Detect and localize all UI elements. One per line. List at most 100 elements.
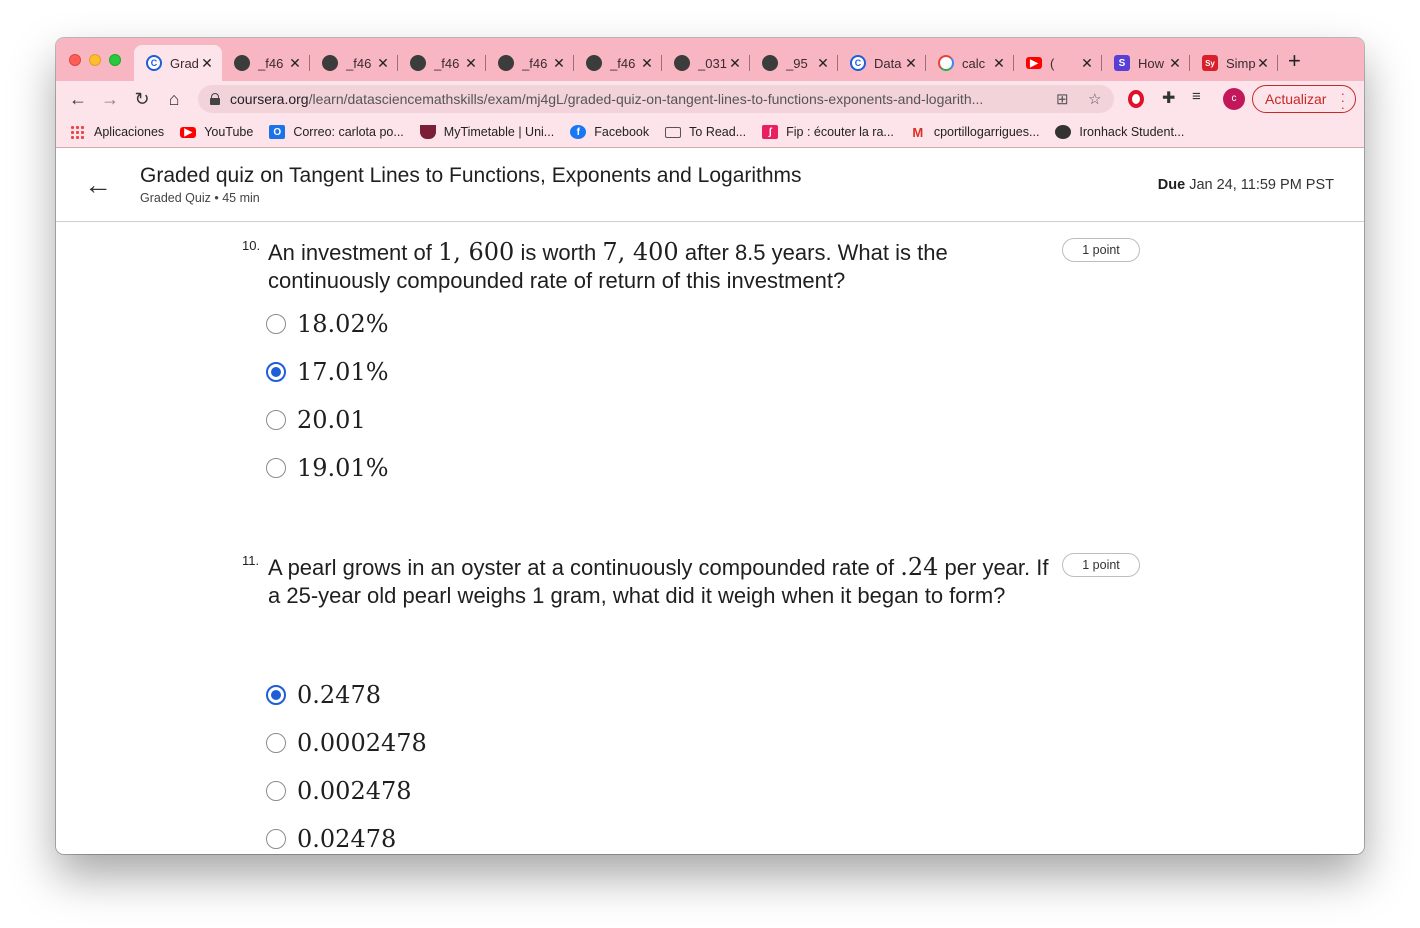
question-text: A pearl grows in an oyster at a continuo… [268,553,1049,608]
answer-option[interactable]: 0.0002478 [266,723,666,763]
bookmark-label: Fip : écouter la ra... [786,125,894,139]
answer-option[interactable]: 0.02478 [266,819,666,854]
bookmark-label: cportillogarrigues... [933,125,1040,139]
answer-option[interactable]: 17.01% [266,352,666,392]
tab[interactable]: _f46 ✕ [310,45,398,81]
bookmark-to-read[interactable]: To Read... [665,125,746,139]
answer-option[interactable]: 20.01 [266,400,666,440]
option-label: 0.2478 [297,681,381,709]
tab[interactable]: _031 ✕ [662,45,750,81]
radio-button[interactable] [266,314,286,334]
close-icon[interactable]: ✕ [992,55,1006,72]
tab-title: ( [1050,55,1055,71]
reload-button[interactable]: ↻ [130,87,154,111]
tab-title: _f46 [434,55,460,71]
globe-icon [322,55,338,71]
back-arrow-icon[interactable]: ← [84,171,114,201]
tab-title: _f46 [258,55,284,71]
extensions-icon[interactable]: ✚ [1162,88,1182,108]
update-button[interactable]: Actualizar · · · [1252,85,1356,114]
tab[interactable]: _f46 ✕ [486,45,574,81]
tab[interactable]: ▶ ( ✕ [1014,45,1102,81]
bookmark-facebook[interactable]: f Facebook [570,125,649,139]
tab[interactable]: calc ✕ [926,45,1014,81]
answer-option[interactable]: 18.02% [266,304,666,344]
home-button[interactable]: ⌂ [162,87,186,111]
tab[interactable]: C Data ✕ [838,45,926,81]
close-icon[interactable]: ✕ [288,55,302,72]
bookmark-star-icon[interactable]: ☆ [1088,90,1101,108]
sy-icon: Sy [1202,55,1218,71]
bookmark-label: Facebook [594,125,650,139]
close-icon[interactable]: ✕ [464,55,478,72]
tab[interactable]: _f46 ✕ [222,45,310,81]
tab[interactable]: C Grad ✕ [134,45,222,81]
menu-dots-icon[interactable]: · · · [1341,87,1345,114]
close-icon[interactable]: ✕ [640,55,654,72]
tab[interactable]: S How ✕ [1102,45,1190,81]
close-window-button[interactable] [69,54,81,66]
bookmark-youtube[interactable]: ▶ YouTube [180,125,253,139]
close-icon[interactable]: ✕ [816,55,830,72]
tab-title: calc [962,55,986,71]
option-label: 0.002478 [297,777,412,805]
radio-button[interactable] [266,781,286,801]
close-icon[interactable]: ✕ [728,55,742,72]
close-icon[interactable]: ✕ [904,55,918,72]
answer-option[interactable]: 0.2478 [266,675,666,715]
bookmark-aplicaciones[interactable]: Aplicaciones [70,125,164,139]
bookmark-mytimetable[interactable]: MyTimetable | Uni... [419,125,555,139]
youtube-icon: ▶ [1026,57,1042,69]
close-icon[interactable]: ✕ [1080,55,1094,72]
close-icon[interactable]: ✕ [552,55,566,72]
radio-button[interactable] [266,829,286,849]
globe-icon [1055,125,1072,139]
tab[interactable]: _f46 ✕ [398,45,486,81]
reading-list-icon[interactable]: ≡ [1192,88,1212,106]
profile-avatar[interactable]: c [1223,88,1245,110]
translate-icon[interactable]: ⊞ [1056,90,1069,108]
question-text: An investment of 1, 600 is worth 7, 400 … [268,238,948,293]
back-button[interactable]: ← [66,87,90,111]
answer-option[interactable]: 0.002478 [266,771,666,811]
bookmark-label: Aplicaciones [94,125,165,139]
answer-option[interactable]: 19.01% [266,448,666,488]
radio-button[interactable] [266,685,286,705]
bookmark-gmail[interactable]: M cportillogarrigues... [910,125,1040,140]
option-label: 20.01 [297,406,366,434]
bookmark-label: MyTimetable | Uni... [443,125,555,139]
new-tab-button[interactable]: + [1288,50,1301,72]
coursera-icon: C [850,55,866,71]
tab-title: How [1138,55,1165,71]
apps-icon [70,125,86,139]
close-icon[interactable]: ✕ [376,55,390,72]
radio-button[interactable] [266,362,286,382]
close-icon[interactable]: ✕ [1256,55,1270,72]
minimize-window-button[interactable] [89,54,101,66]
globe-icon [234,55,250,71]
radio-button[interactable] [266,410,286,430]
page-subtitle: Graded Quiz • 45 min [140,191,260,205]
quiz-content: 10. An investment of 1, 600 is worth 7, … [56,223,1364,854]
tab[interactable]: _f46 ✕ [574,45,662,81]
bookmark-correo[interactable]: O Correo: carlota po... [269,125,404,139]
radio-button[interactable] [266,458,286,478]
opera-extension-icon[interactable] [1128,90,1144,108]
bookmarks-bar: Aplicaciones ▶ YouTube O Correo: carlota… [56,117,1364,148]
tab-title: _f46 [610,55,636,71]
close-icon[interactable]: ✕ [1168,55,1182,72]
tab-title: Grad [170,55,199,71]
option-label: 0.0002478 [297,729,427,757]
forward-button[interactable]: → [98,87,122,111]
tab[interactable]: Sy Simp ✕ [1190,45,1278,81]
zoom-window-button[interactable] [109,54,121,66]
close-icon[interactable]: ✕ [200,55,214,72]
bookmark-fip[interactable]: ʃ Fip : écouter la ra... [762,125,894,139]
option-label: 0.02478 [297,825,397,853]
bookmark-ironhack[interactable]: Ironhack Student... [1055,125,1184,139]
address-bar[interactable]: coursera.org/learn/datasciencemathskills… [198,85,1114,113]
radio-button[interactable] [266,733,286,753]
browser-window: C Grad ✕ _f46 ✕ _f46 ✕ _f46 ✕ _f46 ✕ _f4… [56,38,1364,854]
due-date: Due Jan 24, 11:59 PM PST [1157,177,1334,193]
tab[interactable]: _95 ✕ [750,45,838,81]
